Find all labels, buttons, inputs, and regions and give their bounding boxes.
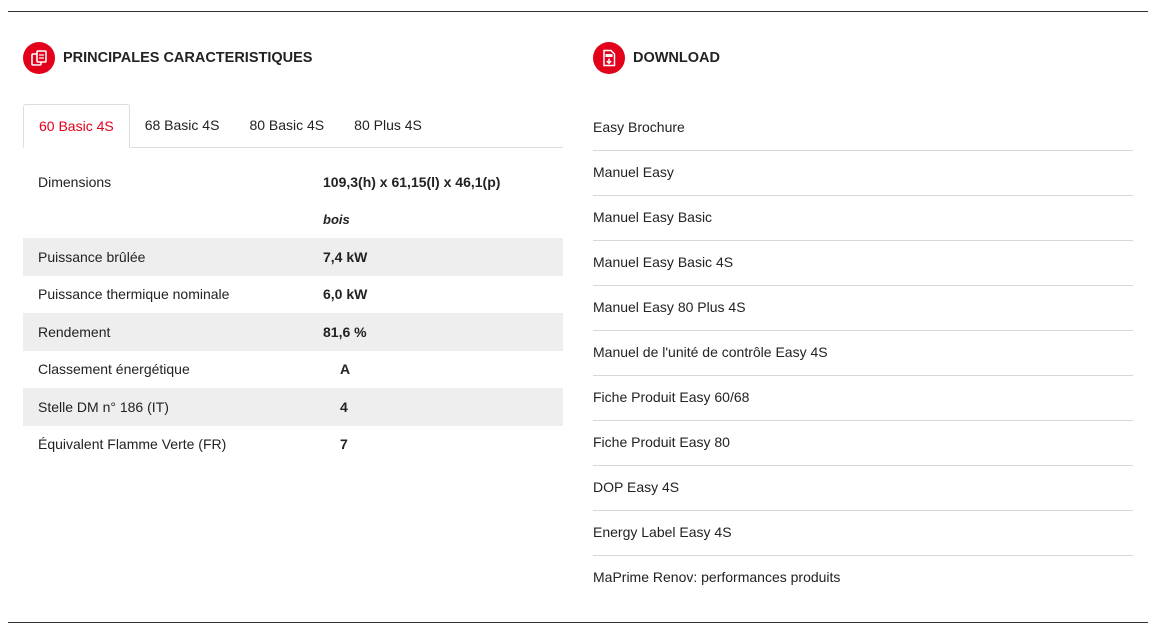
spec-value: 7 (308, 426, 563, 464)
spec-label: Dimensions (38, 173, 112, 190)
pdf-download-icon (593, 42, 625, 74)
stelle-value: 4 (340, 398, 348, 415)
specs-title: PRINCIPALES CARACTERISTIQUES (63, 50, 313, 66)
top-divider (8, 11, 1148, 12)
spec-label: Rendement (38, 323, 111, 340)
table-row: Rendement 81,6 % (23, 313, 563, 351)
specs-table: Dimensions 109,3(h) x 61,15(l) x 46,1(p)… (23, 163, 563, 463)
spec-label: Équivalent Flamme Verte (FR) (38, 436, 227, 453)
download-link-manuel-controle-easy-4s[interactable]: Manuel de l'unité de contrôle Easy 4S (593, 331, 1133, 376)
spec-value: 7,4 kW (323, 248, 368, 265)
tab-60-basic-4s[interactable]: 60 Basic 4S (23, 104, 130, 148)
spec-value: 4 (308, 388, 563, 426)
download-link-manuel-easy-basic-4s[interactable]: Manuel Easy Basic 4S (593, 241, 1133, 286)
spec-value: 81,6 % (323, 323, 367, 340)
table-row: Dimensions 109,3(h) x 61,15(l) x 46,1(p) (23, 163, 563, 201)
spec-label: Puissance brûlée (38, 248, 146, 265)
table-row: Puissance brûlée 7,4 kW (23, 238, 563, 276)
download-list: Easy Brochure Manuel Easy Manuel Easy Ba… (593, 104, 1133, 601)
spec-value: 6,0 kW (323, 286, 368, 303)
energy-class-value: A (340, 361, 351, 378)
flamme-verte-value: 7 (340, 436, 348, 453)
spec-label: Puissance thermique nominale (38, 286, 230, 303)
table-row: Stelle DM n° 186 (IT) 4 (23, 388, 563, 426)
tab-80-basic-4s[interactable]: 80 Basic 4S (234, 104, 339, 147)
spec-label: Stelle DM n° 186 (IT) (38, 398, 169, 415)
tab-80-plus-4s[interactable]: 80 Plus 4S (339, 104, 437, 147)
specs-section: PRINCIPALES CARACTERISTIQUES 60 Basic 4S… (23, 40, 563, 463)
download-link-fiche-produit-easy-80[interactable]: Fiche Produit Easy 80 (593, 421, 1133, 466)
download-section: DOWNLOAD Easy Brochure Manuel Easy Manue… (593, 40, 1133, 601)
table-row: Classement énergétique A (23, 351, 563, 389)
download-link-manuel-easy-80-plus-4s[interactable]: Manuel Easy 80 Plus 4S (593, 286, 1133, 331)
spec-value: 109,3(h) x 61,15(l) x 46,1(p) (323, 173, 501, 190)
download-title: DOWNLOAD (633, 50, 720, 66)
tab-68-basic-4s[interactable]: 68 Basic 4S (130, 104, 235, 147)
download-header: DOWNLOAD (593, 40, 1133, 76)
download-link-manuel-easy[interactable]: Manuel Easy (593, 151, 1133, 196)
download-link-dop-easy-4s[interactable]: DOP Easy 4S (593, 466, 1133, 511)
spec-label: Classement énergétique (38, 361, 190, 378)
copy-documents-icon (23, 42, 55, 74)
spec-value: A (308, 351, 563, 389)
bottom-divider (8, 622, 1148, 623)
download-link-easy-brochure[interactable]: Easy Brochure (593, 106, 1133, 151)
model-tabs: 60 Basic 4S 68 Basic 4S 80 Basic 4S 80 P… (23, 104, 563, 148)
table-row: Puissance thermique nominale 6,0 kW (23, 276, 563, 314)
download-link-fiche-produit-easy-60-68[interactable]: Fiche Produit Easy 60/68 (593, 376, 1133, 421)
table-row: bois (23, 201, 563, 239)
download-link-energy-label-easy-4s[interactable]: Energy Label Easy 4S (593, 511, 1133, 556)
spec-label (23, 201, 308, 239)
table-row: Équivalent Flamme Verte (FR) 7 (23, 426, 563, 464)
specs-header: PRINCIPALES CARACTERISTIQUES (23, 40, 563, 76)
download-link-maprime-renov[interactable]: MaPrime Renov: performances produits (593, 556, 1133, 601)
spec-value: bois (323, 211, 350, 227)
download-link-manuel-easy-basic[interactable]: Manuel Easy Basic (593, 196, 1133, 241)
